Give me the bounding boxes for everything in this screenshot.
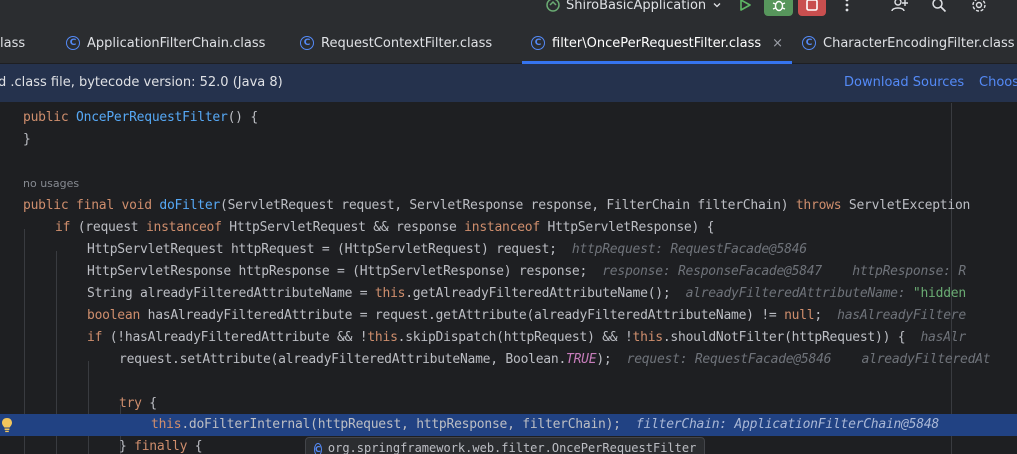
run-configuration-selector[interactable]: ShiroBasicApplication: [546, 0, 722, 16]
stop-button[interactable]: [798, 0, 826, 16]
code-line-current: this.doFilterInternal(httpRequest, httpR…: [151, 417, 939, 432]
tab-application-filter-chain[interactable]: C ApplicationFilterChain.class: [66, 22, 265, 64]
inline-debug-value: alreadyFilteredAttributeName:: [685, 286, 913, 301]
inline-debug-value: httpRequest: RequestFacade@5846: [571, 242, 807, 257]
debug-button[interactable]: [764, 0, 793, 16]
tab-label: RequestContextFilter.class: [321, 35, 493, 51]
banner-message: d .class file, bytecode version: 52.0 (J…: [0, 75, 283, 90]
tab-label: filter\OncePerRequestFilter.class: [552, 35, 762, 51]
inline-debug-value: request: RequestFacade@5846: [626, 352, 832, 367]
class-icon: C: [531, 36, 545, 50]
search-icon: [932, 0, 947, 13]
stop-icon: [806, 0, 818, 11]
code-line: boolean hasAlreadyFilteredAttribute = re…: [87, 308, 966, 323]
class-icon: C: [66, 36, 80, 50]
lightbulb-icon[interactable]: [1, 417, 13, 433]
tab-once-per-request-filter[interactable]: C filter\OncePerRequestFilter.class ×: [521, 22, 793, 64]
debug-icon: [772, 0, 785, 12]
inline-debug-value: httpResponse: R: [852, 264, 966, 279]
code-line: if (request instanceof HttpServletReques…: [55, 220, 715, 235]
more-actions-button[interactable]: [833, 0, 861, 16]
more-vertical-icon: [845, 0, 849, 12]
run-button[interactable]: [731, 0, 759, 16]
settings-button[interactable]: [965, 0, 993, 16]
code-line: String alreadyFilteredAttributeName = th…: [87, 286, 966, 301]
add-user-icon: [891, 0, 908, 12]
code-editor[interactable]: public OncePerRequestFilter() { } no usa…: [0, 103, 1017, 454]
inline-debug-value: hasAlreadyFiltere: [837, 308, 966, 323]
class-icon: C: [314, 443, 322, 454]
tab-label: lass: [0, 35, 26, 51]
code-line: try {: [119, 396, 157, 411]
tab-request-context-filter[interactable]: C RequestContextFilter.class: [300, 22, 492, 64]
class-info-popup[interactable]: C org.springframework.web.filter.OncePer…: [305, 437, 705, 454]
code-line: public final void doFilter(ServletReques…: [23, 198, 971, 213]
tab-label: ApplicationFilterChain.class: [87, 35, 266, 51]
run-icon: [740, 0, 751, 11]
inline-debug-value: hasAlr: [920, 330, 966, 345]
inline-debug-value: alreadyFilteredAt: [861, 352, 991, 367]
add-user-button[interactable]: [886, 0, 914, 16]
class-icon: C: [802, 36, 816, 50]
download-sources-link[interactable]: Download Sources: [844, 75, 964, 90]
tab-previous-class[interactable]: lass: [0, 22, 25, 64]
inline-debug-value: filterChain: ApplicationFilterChain@5848: [635, 417, 939, 432]
indent-guide: [88, 361, 89, 454]
inline-debug-value: response: ResponseFacade@5847: [602, 264, 822, 279]
spring-boot-icon: [546, 0, 560, 12]
code-line: }: [23, 132, 31, 147]
code-line: public OncePerRequestFilter() {: [23, 110, 258, 125]
popup-class-name: org.springframework.web.filter.OncePerRe…: [327, 441, 697, 454]
settings-icon: [972, 0, 986, 12]
main-toolbar: ShiroBasicApplication: [0, 0, 1017, 22]
tab-character-encoding-filter[interactable]: C CharacterEncodingFilter.class: [802, 22, 1015, 64]
choose-sources-link[interactable]: Choos: [979, 75, 1017, 90]
usages-hint[interactable]: no usages: [23, 173, 79, 195]
class-icon: C: [300, 36, 314, 50]
decompiled-notice-banner: d .class file, bytecode version: 52.0 (J…: [0, 64, 1017, 103]
code-line: HttpServletRequest httpRequest = (HttpSe…: [87, 242, 807, 257]
code-line: HttpServletResponse httpResponse = (Http…: [87, 264, 966, 279]
code-line: if (!hasAlreadyFilteredAttribute && !thi…: [87, 330, 966, 345]
close-tab-icon[interactable]: ×: [772, 36, 783, 51]
chevron-down-icon: [713, 3, 721, 8]
run-configuration-label: ShiroBasicApplication: [566, 0, 707, 13]
code-line: } finally {: [119, 439, 203, 454]
code-line: request.setAttribute(alreadyFilteredAttr…: [119, 352, 991, 367]
search-button[interactable]: [925, 0, 953, 16]
editor-tab-bar: lass C ApplicationFilterChain.class C Re…: [0, 22, 1017, 64]
tab-label: CharacterEncodingFilter.class: [823, 35, 1015, 51]
